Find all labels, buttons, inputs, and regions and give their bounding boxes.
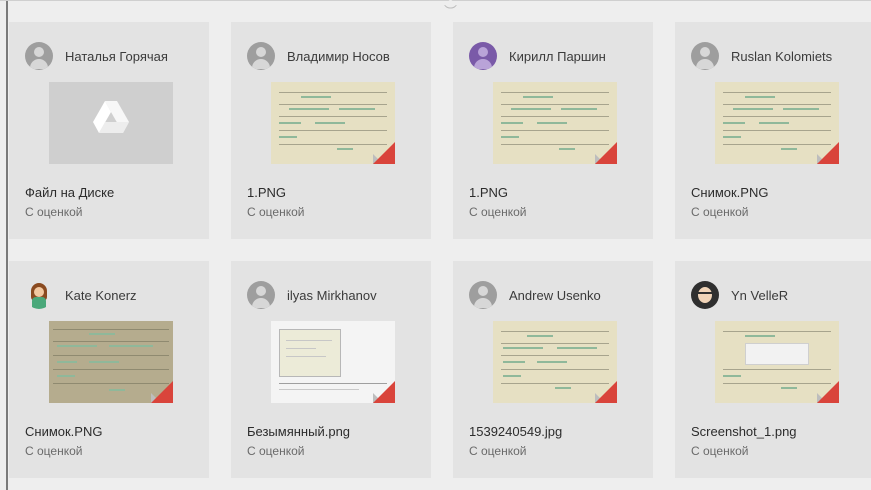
default-avatar-icon [247, 42, 275, 70]
submission-card[interactable]: Yn VelleR Screenshot_1.png С оценкой [675, 261, 871, 478]
submission-card[interactable]: Владимир Носов 1.PNG С оценкой [231, 22, 431, 239]
author-name: ilyas Mirkhanov [287, 287, 377, 303]
card-header: Andrew Usenko [469, 281, 649, 309]
file-type-corner-icon [595, 381, 617, 403]
file-type-corner-icon [373, 381, 395, 403]
author-name: Наталья Горячая [65, 48, 168, 64]
submission-card[interactable]: Ruslan Kolomiets Снимок.PNG С оценкой [675, 22, 871, 239]
window-preview [279, 329, 341, 377]
card-header: Владимир Носов [247, 42, 427, 70]
status-text: С оценкой [469, 444, 527, 458]
file-title[interactable]: 1.PNG [247, 185, 286, 200]
file-type-corner-icon [595, 142, 617, 164]
author-name: Ruslan Kolomiets [731, 48, 833, 64]
file-thumbnail[interactable] [493, 82, 617, 164]
author-name: Кирилл Паршин [509, 48, 606, 64]
file-title[interactable]: Screenshot_1.png [691, 424, 797, 439]
default-avatar-icon [25, 42, 53, 70]
card-header: Kate Konerz [25, 281, 205, 309]
author-name: Yn VelleR [731, 287, 789, 303]
drive-icon [93, 101, 129, 133]
status-text: С оценкой [25, 205, 83, 219]
submission-card[interactable]: Andrew Usenko 1539240549.jpg С оценкой [453, 261, 653, 478]
default-avatar-icon [247, 281, 275, 309]
submission-card[interactable]: ilyas Mirkhanov Безымянный.png С оценкой [231, 261, 431, 478]
status-text: С оценкой [247, 444, 305, 458]
file-thumbnail[interactable] [493, 321, 617, 403]
dialog-preview [745, 343, 809, 365]
file-thumbnail[interactable] [49, 82, 173, 164]
card-header: Наталья Горячая [25, 42, 205, 70]
file-type-corner-icon [817, 142, 839, 164]
card-header: ilyas Mirkhanov [247, 281, 427, 309]
file-title[interactable]: Файл на Диске [25, 185, 114, 200]
author-name: Владимир Носов [287, 48, 390, 64]
card-header: Yn VelleR [691, 281, 871, 309]
file-thumbnail[interactable] [715, 82, 839, 164]
file-title[interactable]: Безымянный.png [247, 424, 350, 439]
default-avatar-icon [691, 42, 719, 70]
file-title[interactable]: 1.PNG [469, 185, 508, 200]
file-type-corner-icon [151, 381, 173, 403]
status-text: С оценкой [691, 205, 749, 219]
file-type-corner-icon [817, 381, 839, 403]
author-name: Kate Konerz [65, 287, 137, 303]
submission-card[interactable]: Kate Konerz Снимок.PNG С оценкой [9, 261, 209, 478]
dark-avatar-icon [691, 281, 719, 309]
card-header: Ruslan Kolomiets [691, 42, 871, 70]
file-title[interactable]: 1539240549.jpg [469, 424, 562, 439]
file-thumbnail[interactable] [715, 321, 839, 403]
file-thumbnail[interactable] [49, 321, 173, 403]
file-type-corner-icon [373, 142, 395, 164]
card-header: Кирилл Паршин [469, 42, 649, 70]
submissions-viewport: Наталья Горячая Файл на Диске С оценкой … [0, 0, 871, 490]
purple-avatar-icon [469, 42, 497, 70]
submission-card[interactable]: Кирилл Паршин 1.PNG С оценкой [453, 22, 653, 239]
status-text: С оценкой [25, 444, 83, 458]
status-text: С оценкой [247, 205, 305, 219]
girl-avatar-icon [25, 281, 53, 309]
file-thumbnail[interactable] [271, 82, 395, 164]
submissions-grid: Наталья Горячая Файл на Диске С оценкой … [9, 22, 871, 478]
status-text: С оценкой [469, 205, 527, 219]
status-text: С оценкой [691, 444, 749, 458]
file-title[interactable]: Снимок.PNG [691, 185, 768, 200]
left-edge [6, 1, 8, 490]
author-name: Andrew Usenko [509, 287, 601, 303]
file-title[interactable]: Снимок.PNG [25, 424, 102, 439]
default-avatar-icon [469, 281, 497, 309]
submission-card[interactable]: Наталья Горячая Файл на Диске С оценкой [9, 22, 209, 239]
file-thumbnail[interactable] [271, 321, 395, 403]
top-notch [444, 0, 457, 12]
